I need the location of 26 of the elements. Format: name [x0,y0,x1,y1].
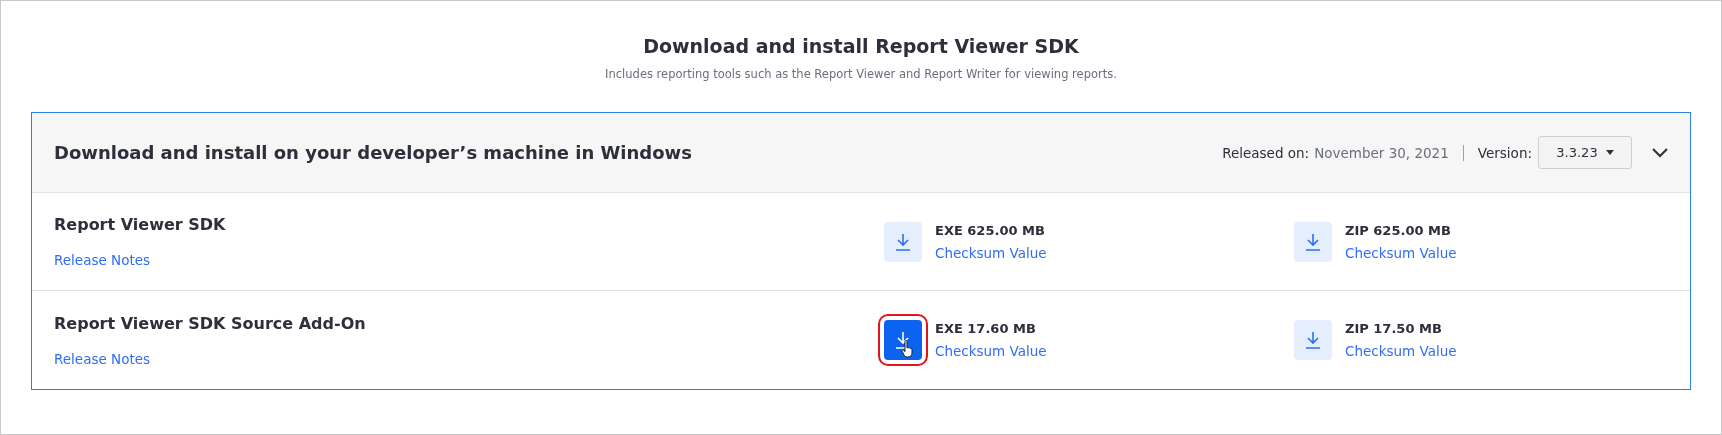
checksum-link[interactable]: Checksum Value [935,343,1047,359]
chevron-icon[interactable] [1652,147,1668,158]
checksum-link[interactable]: Checksum Value [1345,343,1457,359]
file-size: ZIP 17.50 MB [1345,321,1442,336]
released-label: Released on: [1222,144,1310,161]
download-icon [895,331,911,349]
caret-icon [1605,150,1614,155]
hand-cursor-icon [901,340,915,358]
released-date: November 30, 2021 [1314,144,1449,161]
version-select[interactable]: 3.3.23 [1538,136,1632,169]
page-subtitle: Includes reporting tools such as the Report Viewer and Report Writer for viewing reports. [604,67,1118,81]
file-size: EXE 17.60 MB [935,321,1036,336]
page-title: Download and install Report Viewer SDK [642,35,1080,57]
panel-title: Download and install on your developer’s machine in Windows [54,142,693,163]
download-icon [1305,232,1321,251]
download-icon [1305,331,1321,349]
release-notes-link[interactable]: Release Notes [54,252,151,268]
download-icon [895,232,911,251]
file-size: EXE 625.00 MB [935,222,1045,238]
checksum-link[interactable]: Checksum Value [935,244,1047,261]
product-name: Report Viewer SDK Source Add-On [54,313,366,333]
file-size: ZIP 625.00 MB [1345,222,1451,238]
release-notes-link[interactable]: Release Notes [54,350,151,367]
product-name: Report Viewer SDK [54,215,226,234]
checksum-link[interactable]: Checksum Value [1345,244,1457,261]
version-label: Version: [1477,144,1532,161]
